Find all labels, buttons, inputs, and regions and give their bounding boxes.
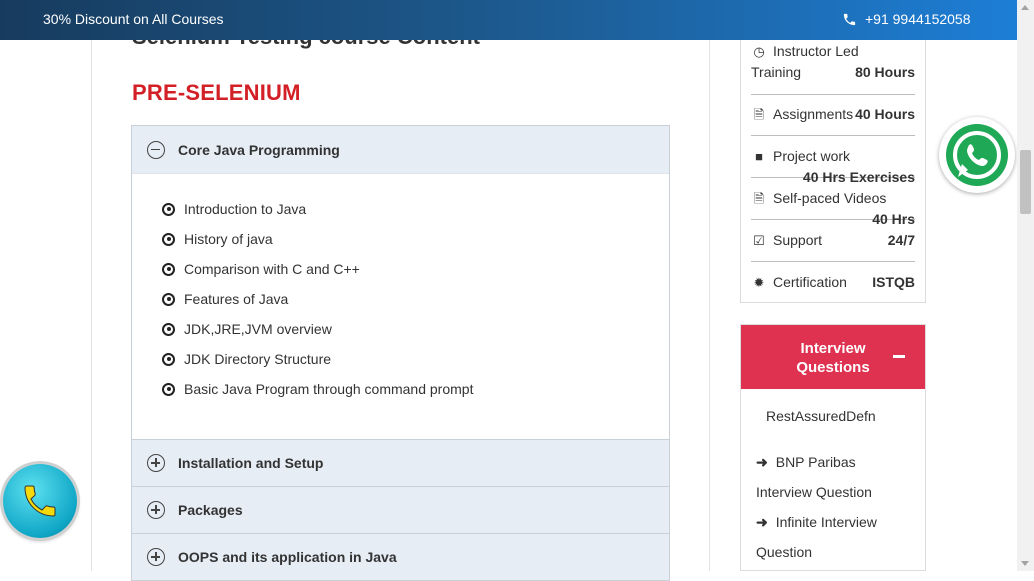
detail-assignments: 🗎 Assignments 40 Hours <box>751 106 915 128</box>
detail-project: ■ Project work <box>751 148 915 164</box>
accordion-header-packages[interactable]: Packages <box>132 486 669 533</box>
certificate-icon: ✹ <box>753 275 765 290</box>
list-item: JDK,JRE,JVM overview <box>162 314 669 344</box>
list-item: Features of Java <box>162 284 669 314</box>
vertical-scrollbar[interactable] <box>1017 0 1034 571</box>
accordion-label: Core Java Programming <box>178 141 340 158</box>
file-icon: 🗎 <box>753 191 765 206</box>
collapse-icon <box>147 140 165 159</box>
detail-support: ☑ Support 24/7 <box>751 232 915 249</box>
accordion-header-core-java[interactable]: Core Java Programming <box>132 126 669 173</box>
expand-icon <box>147 548 165 566</box>
detail-certification: ✹ Certification ISTQB <box>751 274 915 291</box>
phone-link[interactable]: +91 9944152058 <box>842 11 971 27</box>
accordion-label: Packages <box>178 502 243 518</box>
divider <box>751 94 915 95</box>
bullet-icon <box>162 352 175 366</box>
collapse-icon <box>893 355 905 358</box>
accordion-label: OOPS and its application in Java <box>178 549 397 565</box>
accordion-label: Installation and Setup <box>178 455 324 471</box>
detail-instructor-row2: Training 80 Hours <box>751 64 915 80</box>
interview-link[interactable]: RestAssuredDefn <box>756 401 925 431</box>
scroll-thumb[interactable] <box>1020 150 1031 214</box>
divider <box>751 135 915 136</box>
list-item: Basic Java Program through command promp… <box>162 374 669 404</box>
list-item: JDK Directory Structure <box>162 344 669 374</box>
section-title: PRE-SELENIUM <box>132 80 301 105</box>
list-item: Comparison with C and C++ <box>162 254 669 284</box>
accordion-body-core-java: Introduction to Java History of java Com… <box>132 173 669 439</box>
accordion-header-oops[interactable]: OOPS and its application in Java <box>132 533 669 580</box>
list-item: Introduction to Java <box>162 194 669 224</box>
call-button[interactable] <box>3 464 77 538</box>
bullet-icon <box>162 232 175 246</box>
whatsapp-button[interactable] <box>939 117 1015 193</box>
arrow-right-icon: ➜ <box>756 454 768 470</box>
arrow-right-icon: ➜ <box>756 514 768 530</box>
expand-icon <box>147 501 165 519</box>
book-icon: ■ <box>755 149 763 164</box>
phone-icon <box>843 13 856 25</box>
interview-questions-widget: Interview Questions RestAssuredDefn ➜ BNP… <box>740 324 926 571</box>
interview-questions-header[interactable]: Interview Questions <box>741 325 925 389</box>
top-bar: 30% Discount on All Courses +91 99441520… <box>0 0 1017 40</box>
bullet-icon <box>162 292 175 306</box>
accordion-header-installation[interactable]: Installation and Setup <box>132 439 669 486</box>
handshake-icon: ☑ <box>753 233 765 248</box>
phone-number: +91 9944152058 <box>865 11 971 27</box>
bullet-icon <box>162 262 175 276</box>
interview-list: RestAssuredDefn ➜ BNP Paribas Interview Q… <box>741 389 925 567</box>
scroll-down-icon[interactable] <box>1021 561 1029 566</box>
detail-instructor: ◷ Instructor Led <box>751 43 915 60</box>
detail-selfpaced: 🗎 Self-paced Videos <box>751 190 915 212</box>
bullet-icon <box>162 202 175 216</box>
promo-text[interactable]: 30% Discount on All Courses <box>43 11 224 27</box>
bullet-icon <box>162 382 175 396</box>
phone-icon <box>24 485 56 517</box>
interview-link-cont[interactable]: Question <box>756 537 925 567</box>
list-item: History of java <box>162 224 669 254</box>
expand-icon <box>147 454 165 472</box>
interview-link-cont[interactable]: Interview Question <box>756 477 925 507</box>
document-icon: 🗎 <box>753 107 765 122</box>
bullet-icon <box>162 322 175 336</box>
clock-icon: ◷ <box>753 44 765 59</box>
course-accordion: Core Java Programming Introduction to Ja… <box>131 125 670 581</box>
course-details-box: ◷ Instructor Led Training 80 Hours 🗎 Assign… <box>740 30 926 303</box>
whatsapp-icon <box>946 124 1008 186</box>
interview-link[interactable]: ➜ Infinite Interview <box>756 507 925 537</box>
scroll-up-icon[interactable] <box>1021 5 1029 10</box>
interview-title-line2: Questions <box>796 359 870 376</box>
divider <box>751 261 915 262</box>
interview-link[interactable]: ➜ BNP Paribas <box>756 447 925 477</box>
